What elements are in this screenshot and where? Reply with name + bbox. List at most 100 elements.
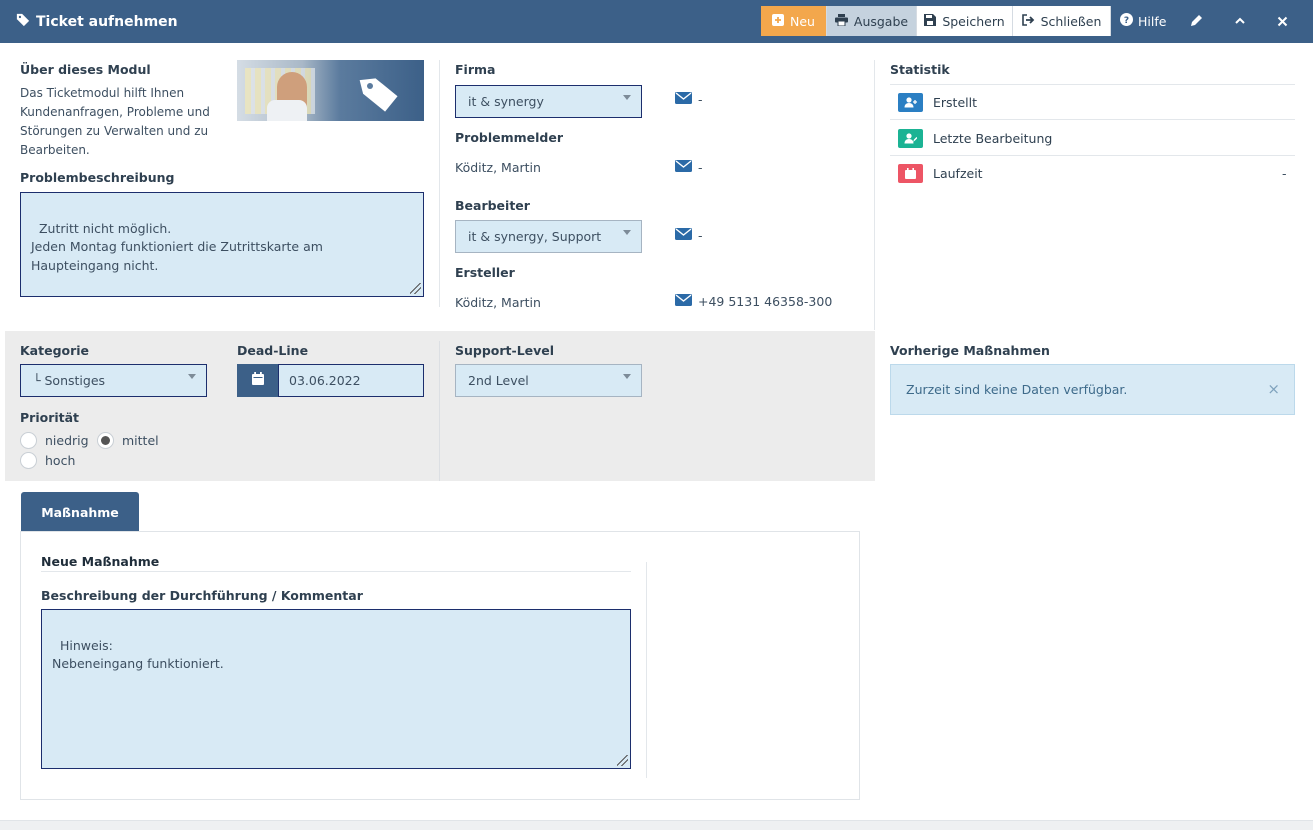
column-divider: [439, 60, 440, 307]
firma-label: Firma: [455, 62, 496, 77]
calendar-button[interactable]: [237, 364, 278, 397]
statistik-title: Statistik: [890, 62, 950, 77]
deadline-label: Dead-Line: [237, 343, 309, 358]
ersteller-label: Ersteller: [455, 265, 515, 280]
firma-mail[interactable]: -: [675, 92, 703, 107]
envelope-icon: [675, 92, 692, 107]
title-bar: Ticket aufnehmen Neu Ausgabe Speichern S…: [0, 0, 1313, 43]
caret-down-icon: [623, 374, 631, 379]
panel-divider: [646, 562, 647, 778]
ersteller-value: Köditz, Martin: [455, 295, 541, 310]
module-image: [237, 60, 424, 121]
stat-laufzeit-label: Laufzeit: [933, 166, 983, 181]
print-icon: [834, 13, 848, 29]
caret-down-icon: [623, 95, 631, 100]
svg-text:?: ?: [1124, 16, 1129, 26]
sign-out-icon: [1021, 13, 1035, 29]
envelope-icon: [675, 228, 692, 243]
stat-letzte-bearbeitung: Letzte Bearbeitung: [898, 129, 1052, 148]
neue-massnahme-title: Neue Maßnahme: [41, 554, 160, 569]
plus-square-icon: [772, 13, 785, 29]
stat-divider: [890, 119, 1295, 120]
stat-letzte-bearbeitung-label: Letzte Bearbeitung: [933, 131, 1053, 146]
problem-label: Problembeschreibung: [20, 170, 175, 185]
help-button-label: Hilfe: [1138, 13, 1167, 29]
priority-niedrig-label: niedrig: [45, 433, 89, 448]
bearbeiter-mail[interactable]: -: [675, 228, 703, 243]
new-button[interactable]: Neu: [761, 6, 827, 36]
supportlevel-select[interactable]: 2nd Level: [455, 364, 642, 397]
output-button-label: Ausgabe: [853, 13, 909, 29]
close-button[interactable]: Schließen: [1013, 6, 1111, 36]
no-data-alert: Zurzeit sind keine Daten verfügbar. ×: [890, 364, 1295, 415]
alert-close-icon[interactable]: ×: [1267, 380, 1280, 398]
problemmelder-mail-value: -: [698, 160, 703, 175]
about-text: Das Ticketmodul hilft Ihnen Kundenanfrag…: [20, 86, 210, 157]
problem-description-text: Zutritt nicht möglich. Jeden Montag funk…: [31, 220, 323, 273]
page-title-text: Ticket aufnehmen: [36, 13, 178, 30]
save-button-label: Speichern: [942, 13, 1005, 29]
resize-handle[interactable]: [617, 755, 628, 766]
massnahme-description-textarea[interactable]: Hinweis: Nebeneingang funktioniert.: [41, 609, 631, 769]
priority-niedrig-radio[interactable]: niedrig: [20, 432, 89, 449]
tab-massnahme-label: Maßnahme: [41, 504, 119, 520]
statistik-divider: [890, 84, 1295, 85]
stat-divider: [890, 155, 1295, 156]
problemmelder-value: Köditz, Martin: [455, 160, 541, 175]
pencil-icon[interactable]: [1187, 12, 1205, 30]
bottom-bar: [0, 820, 1313, 830]
chevron-up-icon[interactable]: [1231, 12, 1249, 30]
close-icon[interactable]: [1273, 12, 1291, 30]
ersteller-phone[interactable]: +49 5131 46358-300: [675, 294, 832, 309]
user-edit-icon: [898, 129, 923, 148]
priority-hoch-label: hoch: [45, 453, 76, 468]
page-title: Ticket aufnehmen: [16, 0, 178, 43]
right-column-divider: [874, 60, 875, 330]
no-data-text: Zurzeit sind keine Daten verfügbar.: [906, 382, 1128, 397]
radio-circle: [20, 452, 37, 469]
help-button[interactable]: ? Hilfe: [1120, 6, 1166, 36]
priority-hoch-radio[interactable]: hoch: [20, 452, 75, 469]
kategorie-select[interactable]: └ Sonstiges: [20, 364, 207, 397]
new-button-label: Neu: [790, 13, 815, 29]
image-shirt: [267, 100, 307, 121]
beschreibung-label: Beschreibung der Durchführung / Kommenta…: [41, 588, 363, 603]
bearbeiter-mail-value: -: [698, 228, 703, 243]
problemmelder-label: Problemmelder: [455, 130, 564, 145]
deadline-input[interactable]: 03.06.2022: [278, 364, 424, 397]
vorherige-title: Vorherige Maßnahmen: [890, 343, 1050, 358]
ersteller-phone-value: +49 5131 46358-300: [698, 294, 833, 309]
problem-description-textarea[interactable]: Zutritt nicht möglich. Jeden Montag funk…: [20, 192, 424, 297]
bearbeiter-label: Bearbeiter: [455, 198, 530, 213]
massnahme-description-text: Hinweis: Nebeneingang funktioniert.: [52, 637, 224, 672]
floppy-icon: [924, 13, 937, 29]
save-button[interactable]: Speichern: [917, 6, 1013, 36]
kategorie-value: └ Sonstiges: [33, 373, 106, 388]
tab-massnahme[interactable]: Maßnahme: [21, 492, 139, 532]
bearbeiter-value: it & synergy, Support: [468, 229, 602, 244]
prioritaet-label: Priorität: [20, 410, 80, 425]
priority-mittel-radio[interactable]: mittel: [97, 432, 159, 449]
firma-value: it & synergy: [468, 94, 544, 109]
details-band: [5, 331, 875, 481]
bearbeiter-select[interactable]: it & synergy, Support: [455, 220, 642, 253]
envelope-icon: [675, 294, 692, 309]
caret-down-icon: [623, 230, 631, 235]
output-button[interactable]: Ausgabe: [827, 6, 917, 36]
problemmelder-mail[interactable]: -: [675, 160, 703, 175]
stat-laufzeit-value: -: [1282, 166, 1287, 181]
close-button-label: Schließen: [1040, 13, 1102, 29]
firma-mail-value: -: [698, 92, 703, 107]
tag-icon: [16, 13, 30, 31]
stat-laufzeit: Laufzeit: [898, 164, 983, 183]
radio-circle-selected: [97, 432, 114, 449]
tag-icon: [357, 72, 403, 116]
calendar-icon: [898, 164, 923, 183]
stat-erstellt: Erstellt: [898, 93, 977, 112]
band-divider: [439, 341, 440, 481]
resize-handle[interactable]: [410, 283, 421, 294]
calendar-icon: [251, 372, 264, 389]
firma-select[interactable]: it & synergy: [455, 85, 642, 118]
supportlevel-value: 2nd Level: [468, 373, 529, 388]
envelope-icon: [675, 160, 692, 175]
